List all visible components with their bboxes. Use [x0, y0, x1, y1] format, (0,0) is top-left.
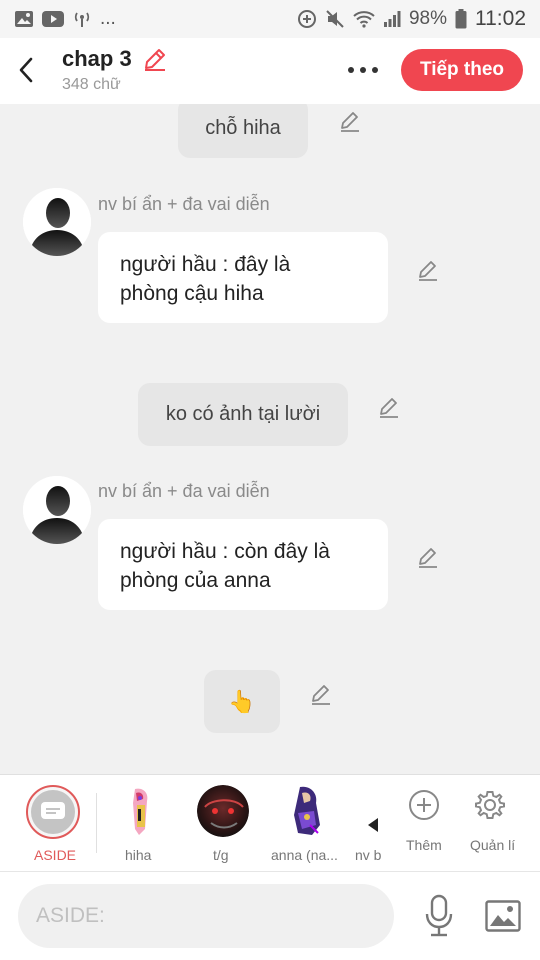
character-name: nv bí ẩn + đa vai diễn [98, 194, 270, 214]
aside-message[interactable]: chỗ hiha [178, 104, 308, 158]
message-line: người hầu : đây là [120, 253, 291, 276]
chevron-left-icon [19, 57, 33, 83]
data-saver-icon [297, 9, 317, 29]
character-tg[interactable]: t/g [190, 775, 260, 873]
image-icon [485, 900, 521, 932]
edit-message-icon[interactable] [415, 257, 441, 283]
manage-characters-button[interactable]: Quản lí [464, 775, 524, 873]
character-name: nv bí ẩn + đa vai diễn [98, 481, 270, 501]
character-label: hiha [125, 847, 152, 863]
wifi-icon [353, 10, 375, 28]
aside-avatar [26, 785, 80, 839]
edit-message-icon[interactable] [337, 108, 363, 134]
battery-icon [455, 9, 467, 29]
character-message[interactable]: người hầu : còn đây là phòng của anna [98, 519, 388, 610]
character-label: t/g [213, 847, 229, 863]
character-label: anna (na... [271, 847, 338, 863]
status-bar: ... 98% 11:02 [0, 0, 540, 38]
aside-message[interactable]: ko có ảnh tại lười [138, 383, 348, 446]
gallery-icon [14, 10, 34, 28]
more-dot [372, 67, 378, 73]
message-line: phòng của anna [120, 569, 271, 592]
edit-message-icon[interactable] [308, 681, 334, 707]
message-line: phòng cậu hiha [120, 282, 264, 305]
microphone-icon [425, 894, 453, 937]
character-aside[interactable]: ASIDE [0, 775, 96, 873]
plus-circle-icon [409, 790, 439, 820]
more-dot [348, 67, 354, 73]
pointing-up-emoji: 👆 [228, 688, 256, 714]
divider [96, 793, 97, 853]
character-message[interactable]: người hầu : đây là phòng cậu hiha [98, 232, 388, 323]
character-label: ASIDE [34, 847, 77, 863]
more-dot [360, 67, 366, 73]
mute-icon [325, 9, 345, 29]
avatar[interactable] [23, 188, 91, 256]
aside-message[interactable]: 👆 [204, 670, 280, 733]
chat-bubble-icon [41, 802, 65, 819]
message-input-bar [0, 872, 540, 960]
youtube-icon [42, 11, 64, 27]
more-options-button[interactable] [346, 58, 380, 82]
add-character-label: Thêm [406, 837, 442, 853]
battery-percent: 98% [408, 8, 447, 29]
status-ellipsis: ... [100, 8, 116, 29]
character-selector-bar: ASIDE hiha t/g anna (na... nv b Thêm Quả… [0, 774, 540, 872]
signal-icon [383, 10, 401, 28]
clock: 11:02 [475, 7, 526, 30]
edit-title-icon[interactable] [142, 46, 168, 72]
edit-message-icon[interactable] [376, 394, 402, 420]
aside-text: ko có ảnh tại lười [165, 403, 321, 425]
message-line: người hầu : còn đây là [120, 540, 330, 563]
author-avatar [197, 785, 249, 837]
anime-character-avatar [280, 785, 332, 837]
chat-area[interactable]: chỗ hiha nv bí ẩn + đa vai diễn người hầ… [0, 104, 540, 774]
message-input[interactable] [18, 884, 394, 948]
image-button[interactable] [484, 898, 522, 934]
word-count: 348 chữ [62, 76, 121, 93]
edit-message-icon[interactable] [415, 544, 441, 570]
hotspot-icon [72, 10, 92, 28]
character-hiha[interactable]: hiha [104, 775, 174, 873]
aside-text: chỗ hiha [205, 116, 281, 139]
person-silhouette-icon [23, 476, 91, 544]
triangle-icon [368, 818, 378, 832]
add-character-button[interactable]: Thêm [396, 775, 452, 873]
chapter-header: chap 3 348 chữ Tiếp theo [0, 38, 540, 104]
back-button[interactable] [12, 54, 40, 86]
chapter-title: chap 3 [62, 46, 132, 71]
aside-inner [31, 790, 75, 834]
anime-character-avatar [113, 785, 165, 837]
gear-icon [475, 791, 505, 819]
character-nv[interactable]: nv b [350, 775, 390, 873]
character-label: nv b [355, 847, 382, 863]
voice-input-button[interactable] [420, 892, 458, 940]
manage-label: Quản lí [470, 837, 516, 853]
person-silhouette-icon [23, 188, 91, 256]
avatar[interactable] [23, 476, 91, 544]
next-button[interactable]: Tiếp theo [401, 49, 523, 91]
character-anna[interactable]: anna (na... [268, 775, 348, 873]
title-block: chap 3 348 chữ [62, 46, 168, 94]
